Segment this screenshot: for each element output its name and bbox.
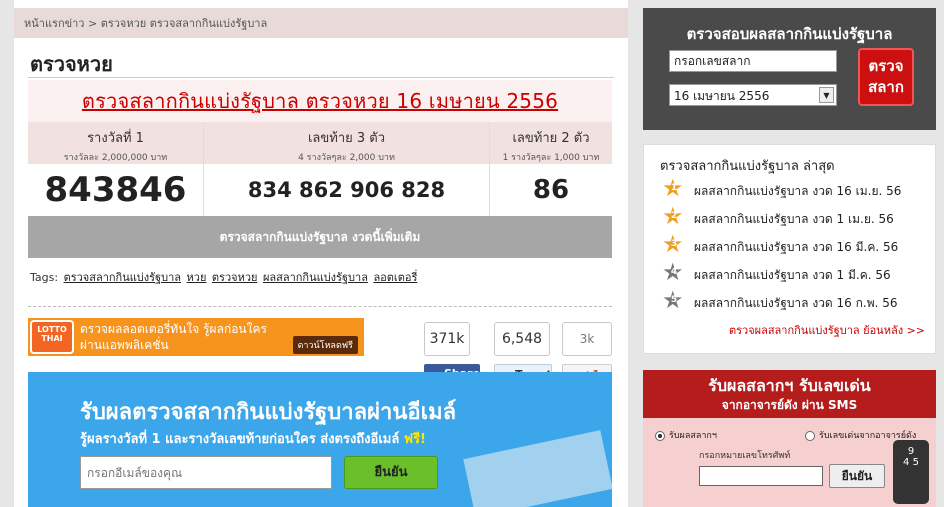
latest-results-title: ตรวจสลากกินแบ่งรัฐบาล ล่าสุด (660, 159, 835, 174)
email-input[interactable] (80, 456, 332, 489)
tag-link[interactable]: ลอตเตอรี่ (373, 271, 417, 284)
star-icon: ★ 4 (662, 258, 684, 286)
draw-date-select[interactable]: 16 เมษายน 2556 ▼ (669, 84, 837, 106)
gplus-count: 3k (562, 322, 612, 356)
breadcrumb-home[interactable]: หน้าแรกข่าว (24, 17, 84, 30)
email-signup-subtitle: รู้ผลรางวัลที่ 1 และรางวัลเลขท้ายก่อนใคร… (80, 432, 426, 447)
radio-selected-icon (655, 430, 665, 441)
last2-column: เลขท้าย 2 ตัว 1 รางวัลๆละ 1,000 บาท 86 (490, 122, 612, 216)
result-grid: รางวัลที่ 1 รางวัลละ 2,000,000 บาท 84384… (28, 122, 612, 216)
latest-results-panel: ตรวจสลากกินแบ่งรัฐบาล ล่าสุด ★ 1 ผลสลากกิ… (643, 144, 936, 354)
email-signup-box: รับผลตรวจสลากกินแบ่งรัฐบาลผ่านอีเมล์ รู้… (28, 372, 613, 507)
ticket-number-input[interactable] (669, 50, 837, 72)
last3-sub: 4 รางวัลๆละ 2,000 บาท (298, 153, 395, 163)
prize1-label: รางวัลที่ 1 (87, 131, 144, 146)
lottery-check-panel: ตรวจสอบผลสลากกินแบ่งรัฐบาล 16 เมษายน 255… (643, 8, 936, 130)
lotto-thai-logo: LOTTO THAI (30, 320, 74, 354)
tag-link[interactable]: ตรวจสลากกินแบ่งรัฐบาล (64, 271, 181, 284)
sms-signup-panel: รับผลสลากฯ รับเลขเด่น จากอาจารย์ดัง ผ่าน… (643, 370, 936, 507)
star-icon: ★ 5 (662, 286, 684, 314)
email-submit-button[interactable]: ยืนยัน (344, 456, 438, 489)
facebook-count: 371k (424, 322, 470, 356)
more-results-button[interactable]: ตรวจสลากกินแบ่งรัฐบาล งวดนี้เพิ่มเติม (28, 216, 612, 258)
last2-value: 86 (490, 164, 612, 216)
tag-link[interactable]: หวย (187, 271, 207, 284)
check-panel-title: ตรวจสอบผลสลากกินแบ่งรัฐบาล (686, 25, 893, 43)
main-content: หน้าแรกข่าว > ตรวจหวย ตรวจสลากกินแบ่งรัฐ… (14, 0, 628, 507)
divider (28, 306, 612, 307)
phone-icon: 94 5 (893, 440, 929, 504)
check-lottery-button[interactable]: ตรวจ สลาก (858, 48, 914, 106)
phone-input[interactable] (699, 466, 823, 486)
prize1-sub: รางวัลละ 2,000,000 บาท (63, 153, 168, 163)
past-results-link[interactable]: ตรวจผลสลากกินแบ่งรัฐบาล ย้อนหลัง >> (729, 321, 925, 339)
lotto-banner-line1: ตรวจผลลอตเตอรี่ทันใจ รู้ผลก่อนใคร (80, 322, 267, 336)
lotto-banner-line2: ผ่านแอพพลิเคชั่น (80, 338, 169, 352)
last3-column: เลขท้าย 3 ตัว 4 รางวัลๆละ 2,000 บาท 834 … (204, 122, 490, 216)
result-title-link[interactable]: ตรวจสลากกินแบ่งรัฐบาล ตรวจหวย 16 เมษายน … (28, 80, 612, 122)
breadcrumb: หน้าแรกข่าว > ตรวจหวย ตรวจสลากกินแบ่งรัฐ… (14, 8, 628, 38)
breadcrumb-separator: > (87, 17, 98, 30)
last3-value: 834 862 906 828 (204, 164, 489, 216)
star-icon: ★ 1 (662, 174, 684, 202)
twitter-count: 6,548 (494, 322, 550, 356)
tag-link[interactable]: ตรวจหวย (212, 271, 258, 284)
lotto-download-button[interactable]: ดาวน์โหลดฟรี (292, 336, 358, 354)
star-icon: ★ 2 (662, 202, 684, 230)
envelope-icon (463, 430, 613, 507)
tags-row: Tags: ตรวจสลากกินแบ่งรัฐบาล หวย ตรวจหวย … (30, 268, 417, 286)
free-badge: ฟรี! (403, 432, 426, 447)
tag-link[interactable]: ผลสลากกินแบ่งรัฐบาล (263, 271, 368, 284)
last2-sub: 1 รางวัลๆละ 1,000 บาท (502, 153, 600, 163)
chevron-down-icon[interactable]: ▼ (819, 87, 834, 103)
sms-option-results-radio[interactable]: รับผลสลากฯ (655, 428, 717, 442)
sms-subtitle: จากอาจารย์ดัง ผ่าน SMS (721, 398, 858, 412)
last3-label: เลขท้าย 3 ตัว (307, 131, 386, 146)
radio-icon (805, 430, 815, 441)
lotto-app-banner[interactable]: LOTTO THAI ตรวจผลลอตเตอรี่ทันใจ รู้ผลก่อ… (28, 318, 364, 356)
breadcrumb-current: ตรวจหวย ตรวจสลากกินแบ่งรัฐบาล (100, 17, 268, 30)
phone-label: กรอกหมายเลขโทรศัพท์ (699, 451, 791, 461)
prize1-column: รางวัลที่ 1 รางวัลละ 2,000,000 บาท 84384… (28, 122, 204, 216)
page-title: ตรวจหวย (28, 38, 614, 78)
star-icon: ★ 3 (662, 230, 684, 258)
sms-submit-button[interactable]: ยืนยัน (829, 464, 885, 488)
lottery-result-box: ตรวจสลากกินแบ่งรัฐบาล ตรวจหวย 16 เมษายน … (28, 80, 612, 258)
last2-label: เลขท้าย 2 ตัว (512, 131, 590, 146)
prize1-value: 843846 (28, 164, 203, 216)
email-signup-title: รับผลตรวจสลากกินแบ่งรัฐบาลผ่านอีเมล์ (80, 400, 457, 425)
tags-label: Tags: (30, 271, 59, 284)
